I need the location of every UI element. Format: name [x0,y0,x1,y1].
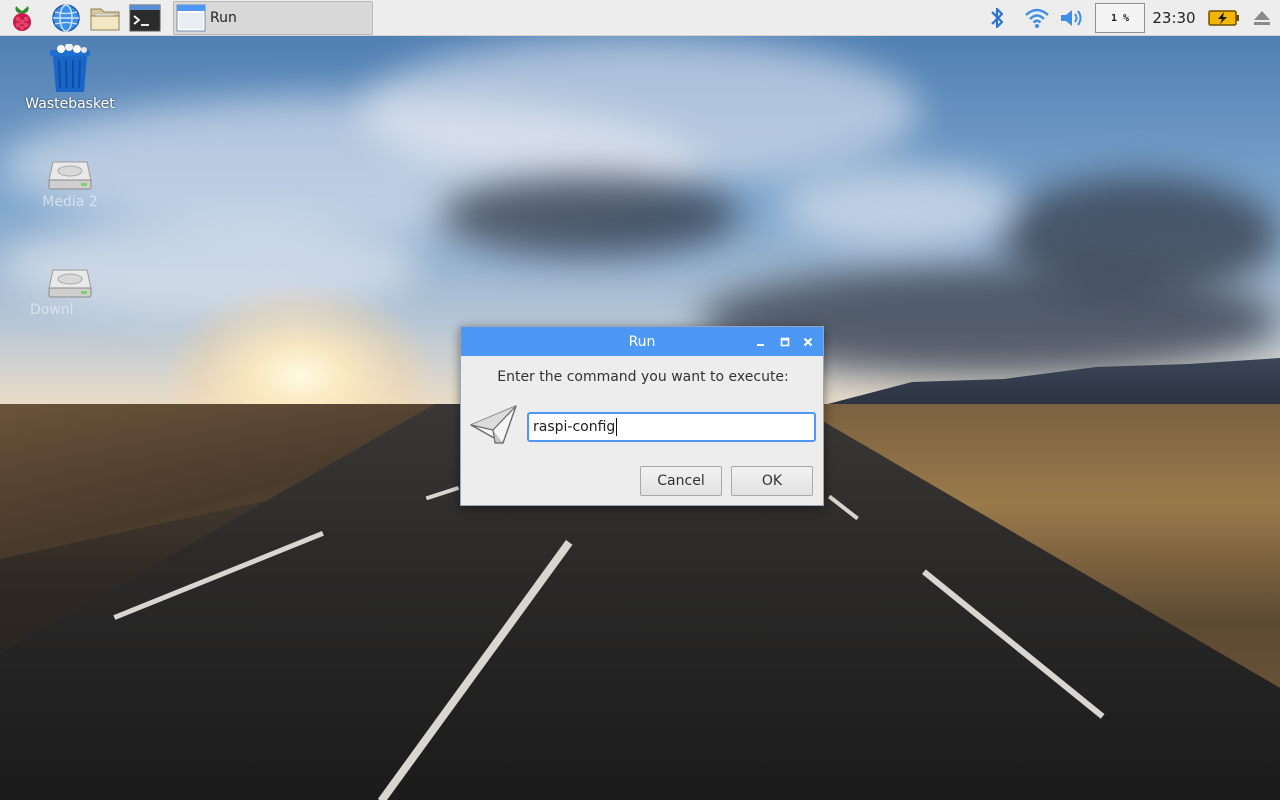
volume-button[interactable] [1058,0,1088,36]
ok-button[interactable]: OK [731,466,813,496]
window-icon [176,4,206,32]
cancel-button[interactable]: Cancel [640,466,722,496]
text-caret [616,418,618,436]
desktop-icon-label: Media 2 [42,194,98,210]
command-input[interactable]: raspi-config [527,412,816,442]
close-icon [803,337,813,347]
battery-indicator[interactable] [1206,0,1242,36]
bluetooth-icon [991,7,1004,29]
file-manager-icon [90,8,120,31]
raspberry-menu-icon [13,6,31,31]
drive-icon [48,269,92,298]
dialog-prompt: Enter the command you want to execute: [497,369,789,385]
file-manager-button[interactable] [89,2,121,34]
web-browser-button[interactable] [50,2,82,34]
raspberry-menu-button[interactable] [6,2,38,34]
dialog-titlebar[interactable]: Run [461,327,823,356]
dialog-title: Run [628,333,656,350]
taskbar: Run 1 % 23:30 [0,0,1280,36]
volume-icon [1061,10,1082,26]
maximize-icon [780,337,790,347]
desktop-icon-media-2[interactable]: Media 2 [15,160,125,210]
command-input-value: raspi-config [533,419,616,435]
eject-button[interactable] [1248,0,1276,36]
wifi-button[interactable] [1022,0,1052,36]
desktop-icon-wastebasket[interactable]: Wastebasket [15,44,125,112]
taskbar-task-run[interactable]: Run [173,1,373,35]
close-button[interactable] [798,332,818,352]
cpu-usage-monitor[interactable]: 1 % [1095,3,1145,33]
run-dialog: Run Enter the command you want to execut… [460,326,824,506]
desktop-icon-label: Wastebasket [25,96,115,112]
eject-icon [1254,11,1270,25]
battery-charging-icon [1208,10,1239,26]
drive-icon [48,161,92,190]
cpu-usage-value: 1 % [1110,12,1130,24]
trash-icon [50,44,90,92]
clock-time: 23:30 [1152,9,1196,27]
taskbar-task-label: Run [210,10,237,26]
minimize-button[interactable] [751,332,771,352]
clock[interactable]: 23:30 [1150,0,1198,36]
bluetooth-button[interactable] [984,0,1010,36]
wifi-icon [1025,8,1049,28]
paper-plane-icon [470,405,517,444]
desktop-icon-label: Downl [30,302,74,318]
web-browser-icon [52,4,80,32]
terminal-button[interactable] [129,2,161,34]
minimize-icon [757,344,764,346]
terminal-icon [129,4,161,32]
desktop-icon-downloads[interactable]: Downl [15,268,125,318]
maximize-button[interactable] [775,332,795,352]
